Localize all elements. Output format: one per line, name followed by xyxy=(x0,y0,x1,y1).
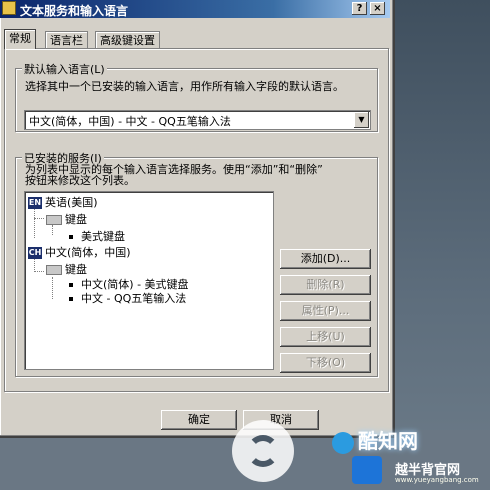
tree-connector xyxy=(34,208,35,238)
tree-language-chinese[interactable]: CH 中文(简体，中国) xyxy=(28,246,131,259)
tree-connector xyxy=(34,271,44,272)
tab-language-bar[interactable]: 语言栏 xyxy=(45,31,88,49)
tree-item-label: 英语(美国) xyxy=(45,196,98,209)
default-language-selected: 中文(简体，中国) - 中文 - QQ五笔输入法 xyxy=(29,115,231,128)
tree-category-keyboard-en[interactable]: 键盘 xyxy=(46,213,87,226)
tab-advanced-key-settings[interactable]: 高级键设置 xyxy=(95,31,160,49)
default-language-group-label: 默认输入语言(L) xyxy=(22,61,107,77)
move-down-button[interactable]: 下移(O) xyxy=(280,353,371,373)
move-up-button[interactable]: 上移(U) xyxy=(280,327,371,347)
ok-button[interactable]: 确定 xyxy=(161,410,237,430)
tree-category-keyboard-ch[interactable]: 键盘 xyxy=(46,263,87,276)
tree-item-label: 中文(简体，中国) xyxy=(45,246,131,259)
window-title: 文本服务和输入语言 xyxy=(20,4,129,18)
tree-item-us-keyboard[interactable]: 美式键盘 xyxy=(69,230,125,243)
tree-item-qq-wubi[interactable]: 中文 - QQ五笔输入法 xyxy=(69,292,186,305)
tree-item-label: 中文 - QQ五笔输入法 xyxy=(81,292,187,305)
text-services-dialog: 文本服务和输入语言 ? × 常规 语言栏 高级键设置 默认输入语言(L) 选择其… xyxy=(0,0,395,438)
properties-button[interactable]: 属性(P)... xyxy=(280,301,371,321)
keyboard-icon xyxy=(46,215,62,225)
keyboard-icon xyxy=(46,265,62,275)
close-button[interactable]: × xyxy=(370,2,385,15)
tree-item-label: 美式键盘 xyxy=(81,230,125,243)
add-button[interactable]: 添加(D)... xyxy=(280,249,371,269)
tree-item-chinese-us-keyboard[interactable]: 中文(简体) - 美式键盘 xyxy=(69,278,189,291)
help-button[interactable]: ? xyxy=(352,2,367,15)
desktop-background-right xyxy=(395,0,490,490)
watermark-logo-text: 酷知网 xyxy=(358,429,418,453)
language-ch-icon: CH xyxy=(28,247,42,259)
remove-button[interactable]: 删除(R) xyxy=(280,275,371,295)
tree-item-label: 中文(简体) - 美式键盘 xyxy=(81,278,189,291)
tree-item-label: 键盘 xyxy=(65,213,87,226)
title-bar[interactable]: 文本服务和输入语言 ? × xyxy=(0,0,390,18)
tree-item-label: 键盘 xyxy=(65,263,87,276)
installed-services-tree[interactable]: EN 英语(美国) 键盘 美式键盘 CH 中文(简体，中国) 键盘 中文(简体) -… xyxy=(24,191,274,370)
tree-language-english[interactable]: EN 英语(美国) xyxy=(28,196,98,209)
watermark-logo: 酷知网 xyxy=(332,423,472,459)
watermark-mark-icon xyxy=(332,431,354,454)
language-en-icon: EN xyxy=(28,197,42,209)
tree-connector xyxy=(34,218,44,219)
watermark-swirl-icon xyxy=(247,435,279,467)
bullet-icon xyxy=(69,297,73,301)
default-language-description: 选择其中一个已安装的输入语言，用作所有输入字段的默认语言。 xyxy=(25,80,344,93)
keyboard-app-icon xyxy=(2,1,16,15)
watermark-url: www.yueyangbang.com xyxy=(395,476,479,484)
installed-services-description-line2: 按钮来修改这个列表。 xyxy=(25,174,135,187)
tree-connector xyxy=(52,277,53,299)
tree-connector xyxy=(34,258,35,272)
bullet-icon xyxy=(69,235,73,239)
default-language-dropdown[interactable]: 中文(简体，中国) - 中文 - QQ五笔输入法 ▼ xyxy=(24,110,371,130)
watermark-site-icon xyxy=(352,456,382,484)
bullet-icon xyxy=(69,283,73,287)
tab-general[interactable]: 常规 xyxy=(4,29,36,49)
chevron-down-icon[interactable]: ▼ xyxy=(354,112,369,128)
tree-connector xyxy=(52,225,53,235)
